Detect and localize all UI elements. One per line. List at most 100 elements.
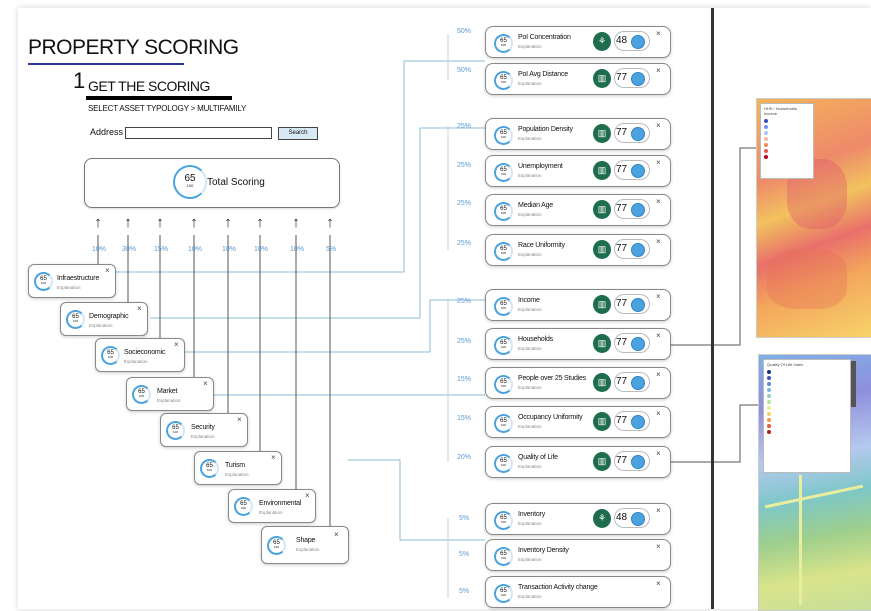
close-icon[interactable]: ×	[656, 542, 661, 551]
map-scrollbar[interactable]	[851, 361, 856, 407]
subfactor-card[interactable]: 65 100 Inventory Density Explanation ×	[485, 539, 671, 571]
score-max: 100	[107, 355, 113, 359]
close-icon[interactable]: ×	[656, 370, 661, 379]
category-card-socieconomic[interactable]: 65 100 Socieconomic Explanation ×	[95, 338, 185, 372]
subfactor-value: 48	[616, 35, 628, 46]
close-icon[interactable]: ×	[656, 331, 661, 340]
toggle-knob[interactable]	[631, 415, 645, 429]
quality-of-life-map[interactable]: Quality Of Life Index	[758, 354, 871, 611]
arrow-up-icon: ↑	[124, 214, 132, 231]
score-max: 100	[500, 135, 506, 139]
building-icon: ▥	[593, 373, 611, 392]
subfactor-card[interactable]: 65 100 PoI Concentration Explanation ⚘ 48…	[485, 26, 671, 58]
subfactor-name: Quality of Life	[518, 454, 558, 461]
subfactor-card[interactable]: 65 100 Race Uniformity Explanation ▥ 77 ×	[485, 234, 671, 266]
toggle-knob[interactable]	[631, 35, 645, 49]
subfactor-card[interactable]: 65 100 Households Explanation ▥ 77 ×	[485, 328, 671, 360]
score-max: 100	[40, 281, 46, 285]
close-icon[interactable]: ×	[656, 158, 661, 167]
close-icon[interactable]: ×	[237, 415, 242, 424]
subfactor-card[interactable]: 65 100 Income Explanation ▥ 77 ×	[485, 289, 671, 321]
subfactor-weight: 50%	[456, 67, 471, 74]
households-income-map[interactable]: HHS / Households Income	[756, 98, 871, 338]
subfactor-card[interactable]: 65 100 Inventory Explanation ⚘ 48 ×	[485, 503, 671, 535]
subfactor-value: 77	[616, 164, 628, 175]
toggle-knob[interactable]	[631, 455, 645, 469]
toggle-knob[interactable]	[631, 127, 645, 141]
category-card-turism[interactable]: 65 100 Turism Explanation ×	[194, 451, 282, 485]
close-icon[interactable]: ×	[305, 491, 310, 500]
arrow-up-icon: ↑	[94, 214, 102, 231]
building-icon: ▥	[593, 124, 611, 143]
subfactor-card[interactable]: 65 100 PoI Avg Distance Explanation ▥ 77 …	[485, 63, 671, 95]
toggle-knob[interactable]	[631, 164, 645, 178]
subfactor-name: Inventory	[518, 511, 545, 518]
category-card-security[interactable]: 65 100 Security Explanation ×	[160, 413, 248, 447]
toggle-knob[interactable]	[631, 243, 645, 257]
address-label: Address	[90, 127, 124, 137]
toggle-knob[interactable]	[631, 376, 645, 390]
close-icon[interactable]: ×	[105, 266, 110, 275]
pin-icon: ⚘	[593, 509, 611, 528]
close-icon[interactable]: ×	[656, 506, 661, 515]
weight-label: 30%	[121, 246, 136, 253]
subfactor-explanation: Explanation	[518, 424, 542, 429]
category-explanation: Explanation	[57, 285, 81, 290]
category-card-market[interactable]: 65 100 Market Explanation ×	[126, 377, 214, 411]
building-icon: ▥	[593, 161, 611, 180]
subfactor-card[interactable]: 65 100 People over 25 Studies Explanation…	[485, 367, 671, 399]
close-icon[interactable]: ×	[656, 29, 661, 38]
toggle-knob[interactable]	[631, 337, 645, 351]
subfactor-value: 77	[616, 203, 628, 214]
close-icon[interactable]: ×	[174, 340, 179, 349]
close-icon[interactable]: ×	[656, 409, 661, 418]
subfactor-card[interactable]: 65 100 Occupancy Uniformity Explanation ▥…	[485, 406, 671, 438]
score-ring: 65 100	[494, 511, 513, 530]
subfactor-weight: 20%	[456, 454, 471, 461]
weight-label: 10%	[253, 246, 268, 253]
close-icon[interactable]: ×	[656, 449, 661, 458]
toggle-knob[interactable]	[631, 72, 645, 86]
close-icon[interactable]: ×	[203, 379, 208, 388]
subfactor-card[interactable]: 65 100 Unemployment Explanation ▥ 77 ×	[485, 155, 671, 187]
subfactor-explanation: Explanation	[518, 594, 542, 599]
asset-typology-selector[interactable]: SELECT ASSET TYPOLOGY > MULTIFAMILY	[88, 104, 246, 113]
subfactor-card[interactable]: 65 100 Quality of Life Explanation ▥ 77 ×	[485, 446, 671, 478]
search-button[interactable]: Search	[278, 127, 318, 140]
close-icon[interactable]: ×	[656, 292, 661, 301]
category-explanation: Explanation	[259, 510, 283, 515]
weight-label: 10%	[91, 246, 106, 253]
subfactor-card[interactable]: 65 100 Population Density Explanation ▥ 7…	[485, 118, 671, 150]
category-explanation: Explanation	[225, 472, 249, 477]
close-icon[interactable]: ×	[656, 237, 661, 246]
category-explanation: Explanation	[89, 323, 113, 328]
toggle-knob[interactable]	[631, 512, 645, 526]
score-max: 100	[500, 593, 506, 597]
score-max: 100	[240, 506, 246, 510]
arrow-up-icon: ↑	[326, 214, 334, 231]
address-input[interactable]	[125, 127, 272, 139]
close-icon[interactable]: ×	[334, 530, 339, 539]
category-card-environmental[interactable]: 65 100 Environmental Explanation ×	[228, 489, 316, 523]
category-card-infraestructure[interactable]: 65 100 Infraestructure Explanation ×	[28, 264, 116, 298]
close-icon[interactable]: ×	[656, 121, 661, 130]
subfactor-value: 77	[616, 415, 628, 426]
map-legend: Quality Of Life Index	[763, 359, 851, 473]
subfactor-value: 77	[616, 455, 628, 466]
close-icon[interactable]: ×	[271, 453, 276, 462]
subfactor-card[interactable]: 65 100 Transaction Activity change Explan…	[485, 576, 671, 608]
close-icon[interactable]: ×	[656, 197, 661, 206]
category-card-demographic[interactable]: 65 100 Demographic Explanation ×	[60, 302, 148, 336]
subfactor-explanation: Explanation	[518, 385, 542, 390]
score-max: 100	[500, 251, 506, 255]
close-icon[interactable]: ×	[656, 66, 661, 75]
close-icon[interactable]: ×	[137, 304, 142, 313]
toggle-knob[interactable]	[631, 298, 645, 312]
toggle-knob[interactable]	[631, 203, 645, 217]
category-card-shape[interactable]: 65 100 Shape Explanation ×	[261, 526, 349, 564]
category-name: Security	[191, 424, 215, 431]
close-icon[interactable]: ×	[656, 579, 661, 588]
category-name: Market	[157, 388, 178, 395]
subfactor-card[interactable]: 65 100 Median Age Explanation ▥ 77 ×	[485, 194, 671, 226]
subfactor-name: Median Age	[518, 202, 553, 209]
